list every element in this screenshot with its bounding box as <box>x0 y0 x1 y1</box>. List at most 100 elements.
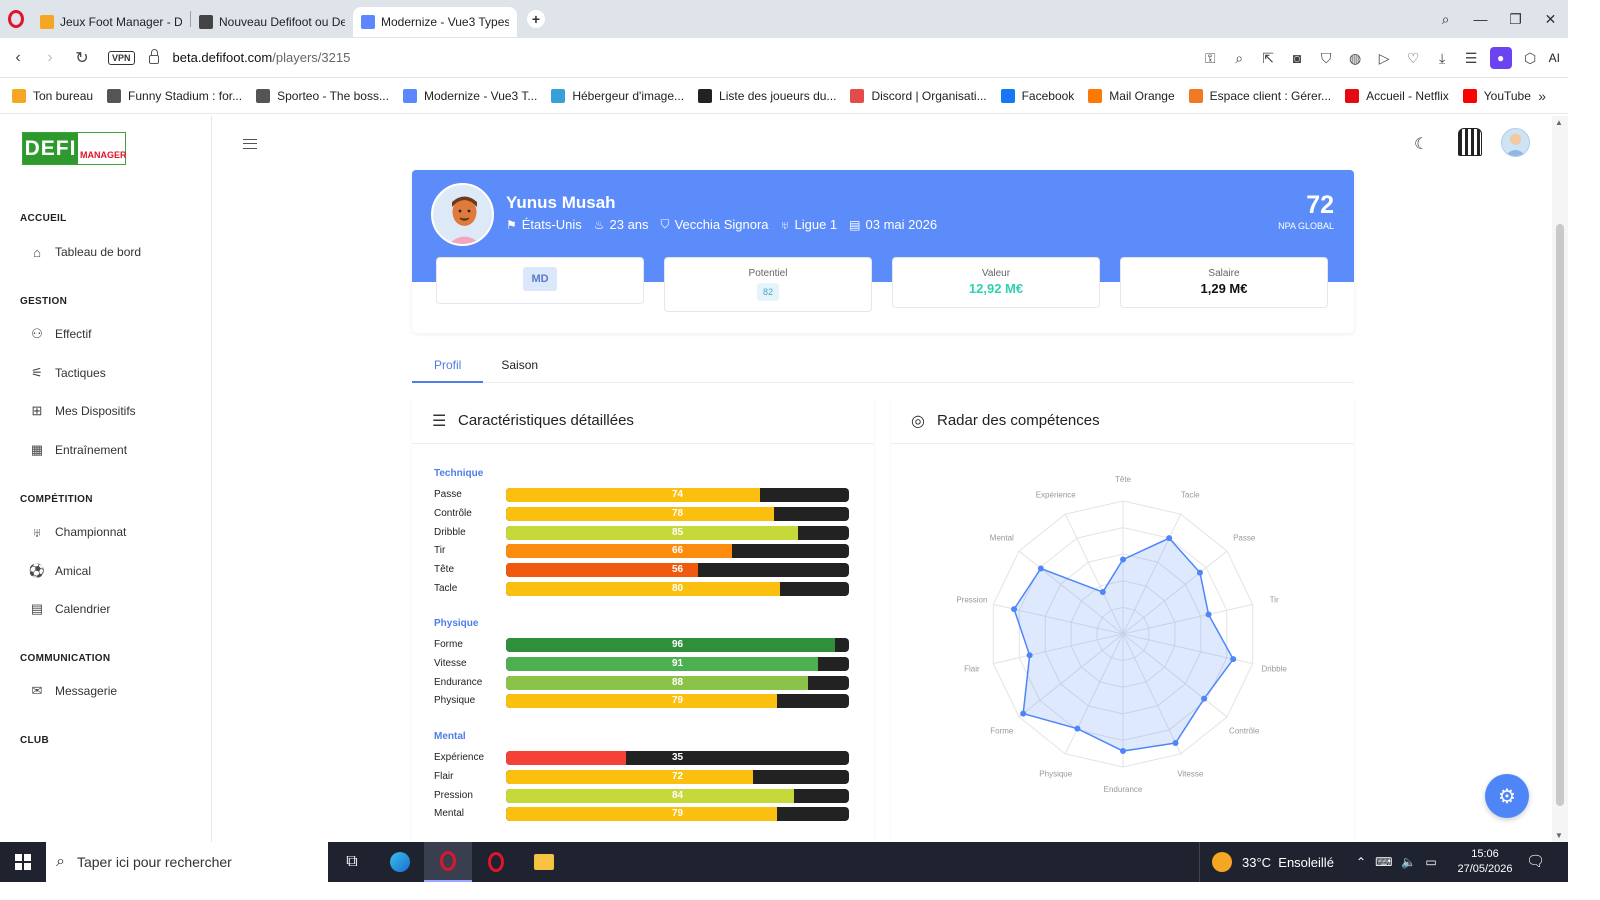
scrollbar-thumb[interactable] <box>1556 224 1564 806</box>
weather-temp: 33°C <box>1242 854 1272 870</box>
bookmark[interactable]: YouTube <box>1462 88 1531 103</box>
weather-widget[interactable]: 33°C Ensoleillé <box>1199 842 1344 882</box>
edge-icon[interactable] <box>376 842 424 882</box>
radar-point <box>1120 748 1126 755</box>
zoom-icon[interactable]: ⌕ <box>1225 50 1254 67</box>
stat-value: 78 <box>671 507 684 519</box>
stat-name: Tête <box>434 564 455 576</box>
bookmark[interactable]: Ton bureau <box>12 88 93 103</box>
url-field[interactable]: beta.defifoot.com/players/3215 <box>173 50 351 65</box>
bookmark[interactable]: Discord | Organisati... <box>850 88 987 103</box>
scroll-down-arrow-icon[interactable]: ▼ <box>1555 831 1563 840</box>
bookmarks-more-chevron-icon[interactable]: » <box>1538 88 1546 104</box>
sidebar-item-tactiques[interactable]: ⚟ Tactiques <box>30 365 106 380</box>
opera-taskbar-icon[interactable] <box>424 842 472 882</box>
sidebar-item-tableau-de-bord[interactable]: ⌂ Tableau de bord <box>30 244 141 260</box>
potential-label: Potentiel <box>748 268 788 279</box>
scroll-up-arrow-icon[interactable]: ▲ <box>1555 118 1563 127</box>
browser-tab[interactable]: Jeux Foot Manager - Defif <box>32 7 190 37</box>
forward-arrow-icon[interactable]: › <box>34 49 66 67</box>
bookmark[interactable]: Funny Stadium : for... <box>107 88 242 103</box>
camera-icon[interactable]: ◙ <box>1283 50 1312 66</box>
club-jersey-icon[interactable] <box>1458 128 1482 156</box>
sidebar-item-entrainement[interactable]: ▦ Entraînement <box>30 442 127 457</box>
defi-manager-logo[interactable]: DEFI MANAGER <box>22 132 127 165</box>
stat-name: Passe <box>434 489 462 500</box>
sidebar-item-mes-dispositifs[interactable]: ⊞ Mes Dispositifs <box>30 403 136 418</box>
shield-icon[interactable]: ⛉ <box>1312 50 1341 67</box>
bookmark-label: Liste des joueurs du... <box>719 88 837 103</box>
sidebar-item-amical[interactable]: ⚽ Amical <box>29 563 91 578</box>
tab-search-icon[interactable]: ⌕ <box>1428 11 1463 28</box>
dark-mode-moon-icon[interactable]: ☾ <box>1414 128 1428 160</box>
minimize-icon[interactable]: — <box>1463 11 1498 27</box>
volume-icon[interactable]: 🔈 <box>1401 855 1416 869</box>
bookmark[interactable]: Facebook <box>1000 88 1074 103</box>
bookmark-label: Espace client : Gérer... <box>1209 88 1332 103</box>
browser-tab-bar: Jeux Foot Manager - Defif Nouveau Defifo… <box>0 0 1568 38</box>
share-icon[interactable]: ⇱ <box>1254 50 1283 67</box>
radar-point <box>1205 611 1212 618</box>
sidebar-item-calendrier[interactable]: ▤ Calendrier <box>30 601 111 616</box>
radar-panel-title: Radar des compétences <box>937 412 1100 429</box>
play-icon[interactable]: ▷ <box>1370 50 1399 67</box>
translate-icon[interactable]: ◍ <box>1341 50 1370 67</box>
chevron-up-icon[interactable]: ⌃ <box>1356 855 1366 869</box>
profile-icon[interactable]: ● <box>1489 47 1512 69</box>
key-icon[interactable]: ⚿ <box>1196 50 1225 67</box>
sidebar-item-messagerie[interactable]: ✉ Messagerie <box>30 683 117 698</box>
radar-axis-label: Pression <box>956 596 987 605</box>
stat-row: Tête 56 <box>434 563 852 578</box>
bookmark[interactable]: Modernize - Vue3 T... <box>402 88 537 103</box>
stat-name: Forme <box>434 639 463 650</box>
tab-profil[interactable]: Profil <box>412 350 484 383</box>
sidebar-item-effectif[interactable]: ⚇ Effectif <box>30 326 91 341</box>
nav-section-title: GESTION <box>20 296 68 307</box>
bookmark[interactable]: Liste des joueurs du... <box>698 88 837 103</box>
hamburger-menu-icon[interactable] <box>243 139 257 149</box>
reload-icon[interactable]: ↻ <box>66 48 98 68</box>
vpn-badge[interactable]: VPN <box>108 50 135 65</box>
new-tab-plus-icon[interactable]: + <box>527 10 545 28</box>
stat-row: Flair 72 <box>434 769 852 784</box>
bookmark-label: Accueil - Netflix <box>1366 88 1449 103</box>
heart-icon[interactable]: ♡ <box>1399 50 1428 67</box>
back-arrow-icon[interactable]: ‹ <box>2 49 34 67</box>
calendar-icon: ▤ <box>30 601 44 616</box>
page-scrollbar[interactable]: ▲ ▼ <box>1552 116 1568 842</box>
browser-tab-active[interactable]: Modernize - Vue3 Typescr <box>353 7 517 37</box>
sidebar-item-championnat[interactable]: ♅ Championnat <box>30 525 126 540</box>
taskbar-search[interactable]: ⌕ Taper ici pour rechercher <box>46 842 328 882</box>
network-icon[interactable]: ⌨ <box>1375 855 1392 869</box>
bookmark[interactable]: Hébergeur d'image... <box>551 88 684 103</box>
download-icon[interactable]: ⤓ <box>1428 50 1457 67</box>
close-icon[interactable]: ✕ <box>1533 11 1568 28</box>
bookmark[interactable]: Mail Orange <box>1088 88 1175 103</box>
extensions-icon[interactable]: ⬡ <box>1516 50 1545 67</box>
restore-icon[interactable]: ❐ <box>1498 11 1533 28</box>
user-avatar[interactable] <box>1501 128 1530 157</box>
browser-tab[interactable]: Nouveau Defifoot ou Defi <box>191 7 353 37</box>
file-explorer-icon[interactable] <box>520 842 568 882</box>
windows-start-icon[interactable] <box>0 842 46 882</box>
bookmark[interactable]: Sporteo - The boss... <box>256 88 389 103</box>
ai-button[interactable]: AI <box>1549 51 1560 65</box>
bookmark[interactable]: Espace client : Gérer... <box>1188 88 1332 103</box>
opera-menu-icon[interactable] <box>0 0 32 38</box>
display-icon[interactable]: ▭ <box>1425 855 1436 869</box>
weather-text: Ensoleillé <box>1278 854 1334 870</box>
tab-label: Modernize - Vue3 Typescr <box>381 15 509 29</box>
home-icon: ⌂ <box>33 244 41 260</box>
tab-favicon-icon <box>40 15 54 29</box>
tab-saison[interactable]: Saison <box>483 350 560 383</box>
notifications-icon[interactable]: 🗨 <box>1526 852 1545 870</box>
task-view-icon[interactable]: ⧉ <box>328 842 376 882</box>
opera-gx-taskbar-icon[interactable] <box>472 842 520 882</box>
salary-label: Salaire <box>1208 268 1240 279</box>
bookmark[interactable]: Accueil - Netflix <box>1345 88 1449 103</box>
lock-icon[interactable] <box>148 49 159 64</box>
radar-panel: ◎ Radar des compétences Tête Tacle Passe Ti… <box>891 398 1354 858</box>
easy-setup-icon[interactable]: ☰ <box>1457 50 1486 67</box>
taskbar-clock[interactable]: 15:06 27/05/2026 <box>1450 847 1520 877</box>
settings-gear-icon[interactable]: ⚙ <box>1485 774 1529 818</box>
